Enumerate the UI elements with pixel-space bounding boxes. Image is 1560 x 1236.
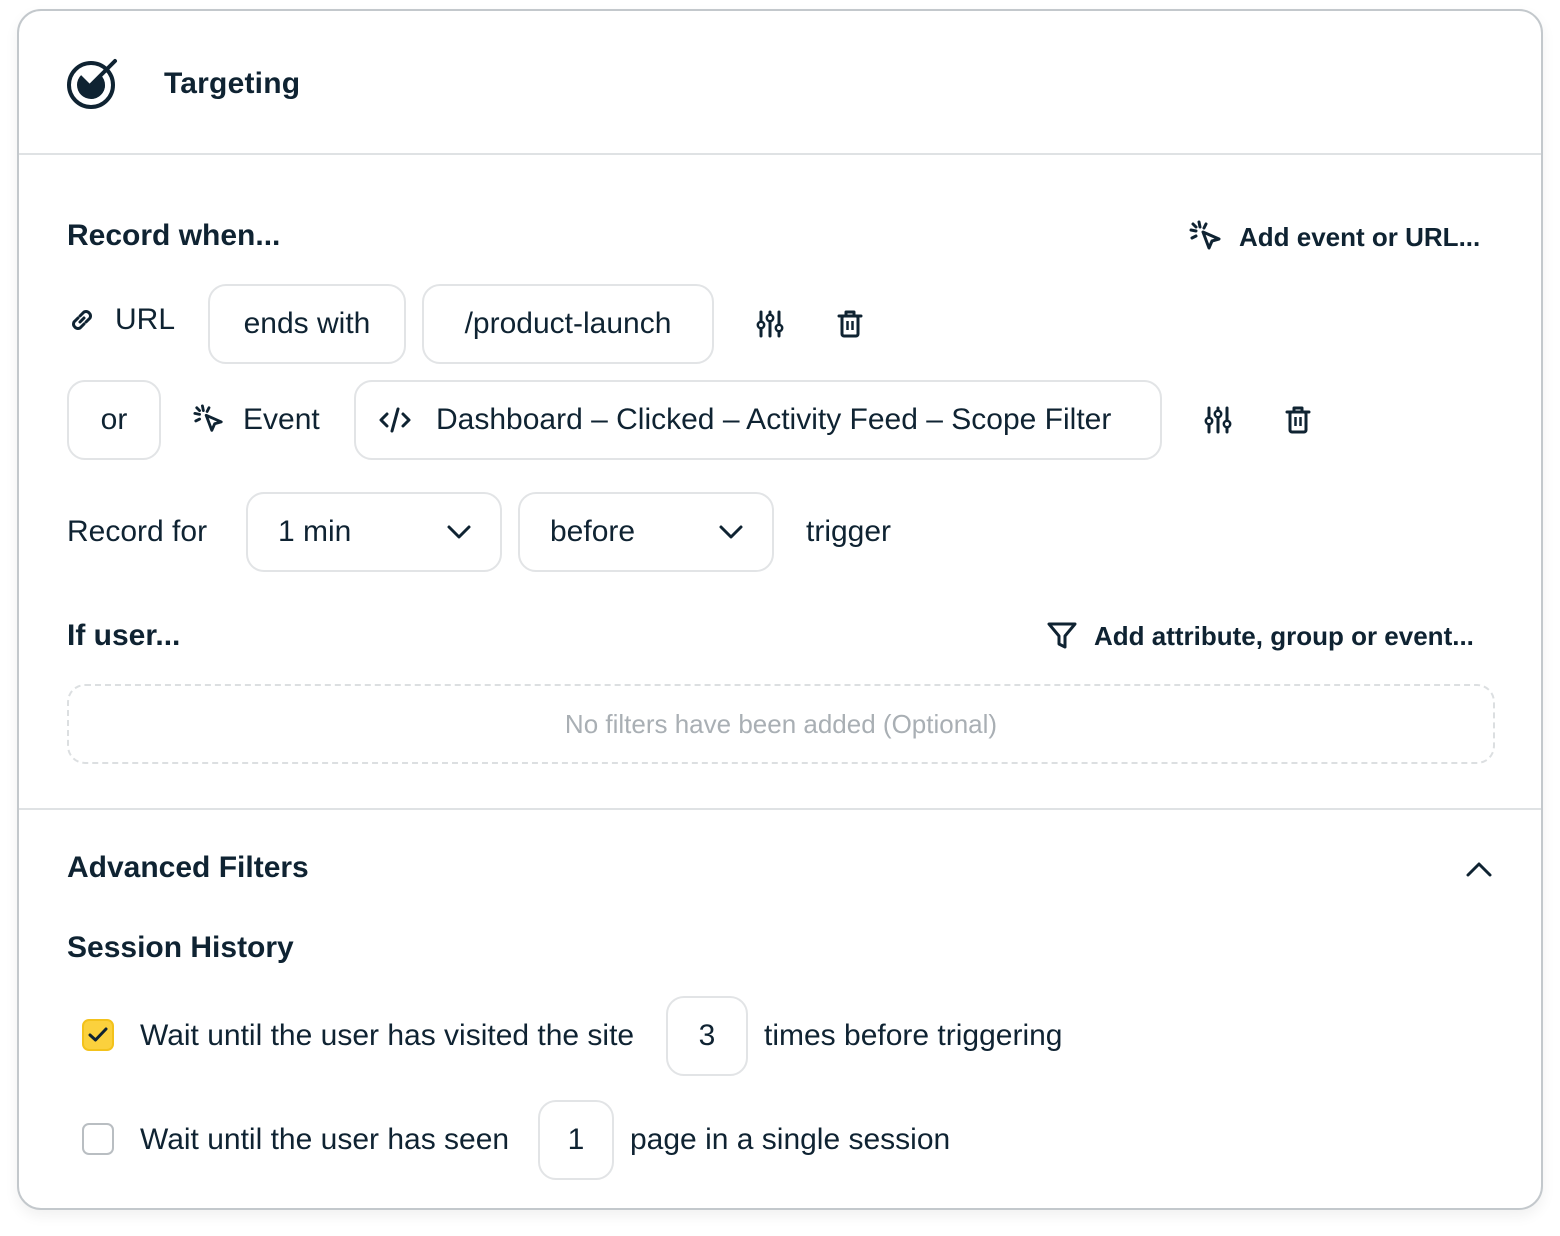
sliders-icon xyxy=(756,310,784,338)
event-settings-button[interactable] xyxy=(1198,400,1238,440)
pages-seen-checkbox[interactable] xyxy=(82,1123,114,1155)
trigger-label: trigger xyxy=(806,515,892,548)
click-cursor-icon xyxy=(1189,220,1221,250)
section-divider xyxy=(19,808,1541,810)
url-type-label: URL xyxy=(115,303,176,336)
sliders-icon xyxy=(1204,406,1232,434)
card-header: Targeting xyxy=(19,11,1541,155)
trash-icon xyxy=(1285,406,1311,434)
filter-icon xyxy=(1047,622,1077,649)
url-value-input[interactable]: /product-launch xyxy=(422,284,714,364)
chevron-up-icon xyxy=(1466,862,1492,877)
timing-select[interactable]: before xyxy=(518,492,774,572)
link-icon xyxy=(72,310,92,330)
or-connector-button[interactable]: or xyxy=(67,380,161,460)
chevron-down-icon xyxy=(447,525,471,539)
card-title: Targeting xyxy=(164,67,301,100)
page-count-input[interactable]: 1 xyxy=(538,1100,614,1180)
event-value-select[interactable]: Dashboard – Clicked – Activity Feed – Sc… xyxy=(354,380,1162,460)
url-delete-button[interactable] xyxy=(830,304,870,344)
pages-seen-suffix: page in a single session xyxy=(630,1123,951,1156)
pages-seen-prefix: Wait until the user has seen xyxy=(140,1123,510,1156)
code-icon xyxy=(379,407,411,433)
visited-site-prefix: Wait until the user has visited the site xyxy=(140,1019,635,1052)
visited-site-checkbox[interactable] xyxy=(82,1019,114,1051)
url-condition-type: URL xyxy=(67,303,175,337)
targeting-card: Targeting Record when... Add event or UR… xyxy=(17,9,1543,1210)
click-cursor-icon xyxy=(193,404,223,432)
record-for-label: Record for xyxy=(67,515,208,548)
visited-site-suffix: times before triggering xyxy=(764,1019,1063,1052)
timing-value: before xyxy=(550,515,636,548)
duration-value: 1 min xyxy=(278,515,352,548)
visit-count-input[interactable]: 3 xyxy=(666,996,748,1076)
event-delete-button[interactable] xyxy=(1278,400,1318,440)
add-attribute-button[interactable]: Add attribute, group or event... xyxy=(1046,620,1474,652)
event-type-label: Event xyxy=(243,403,320,436)
target-icon xyxy=(67,59,117,109)
session-history-title: Session History xyxy=(67,931,294,964)
collapse-advanced-filters-button[interactable] xyxy=(1459,849,1499,889)
event-condition-type: Event xyxy=(193,403,320,437)
url-settings-button[interactable] xyxy=(750,304,790,344)
url-operator-select[interactable]: ends with xyxy=(208,284,406,364)
duration-select[interactable]: 1 min xyxy=(246,492,502,572)
record-when-title: Record when... xyxy=(67,219,281,252)
if-user-title: If user... xyxy=(67,619,181,652)
chevron-down-icon xyxy=(719,525,743,539)
filters-empty-state: No filters have been added (Optional) xyxy=(67,684,1495,764)
advanced-filters-title: Advanced Filters xyxy=(67,851,309,884)
add-attribute-label: Add attribute, group or event... xyxy=(1094,620,1474,651)
event-value-text: Dashboard – Clicked – Activity Feed – Sc… xyxy=(436,403,1112,436)
add-event-or-url-label: Add event or URL... xyxy=(1239,221,1481,252)
checkmark-icon xyxy=(88,1027,108,1042)
add-event-or-url-button[interactable]: Add event or URL... xyxy=(1189,220,1480,254)
trash-icon xyxy=(837,310,863,338)
